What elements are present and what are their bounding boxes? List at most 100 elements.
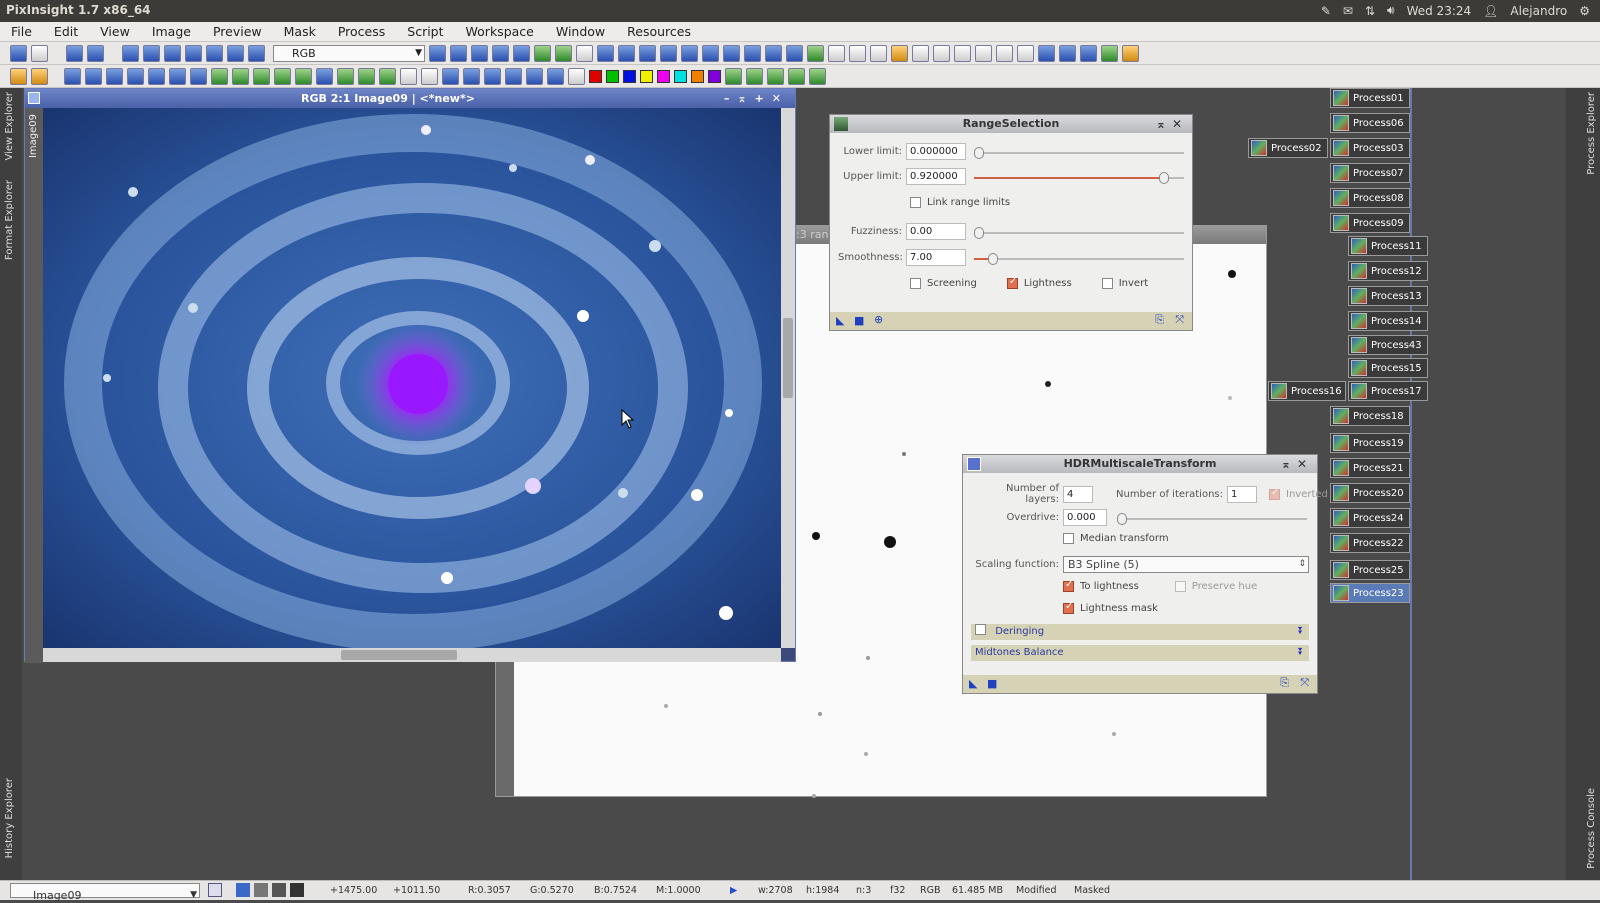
process-icon-11[interactable]: Process11	[1348, 236, 1428, 256]
channel-select[interactable]: RGB ▼	[273, 44, 425, 62]
process-icon-07[interactable]: Process07	[1330, 163, 1410, 183]
green-channel-icon[interactable]	[164, 44, 181, 62]
menu-resources[interactable]: Resources	[616, 22, 702, 41]
process-icon-15[interactable]: Process15	[1348, 358, 1428, 378]
deringing-checkbox[interactable]	[975, 624, 986, 635]
screenshot-icon[interactable]	[807, 44, 824, 62]
rotate-left-icon[interactable]	[442, 67, 459, 85]
new-image-icon[interactable]	[66, 44, 83, 62]
window-2-icon[interactable]	[786, 44, 803, 62]
median-transform-checkbox[interactable]	[1063, 533, 1074, 544]
blank-5-icon[interactable]	[933, 44, 950, 62]
blue-channel-icon[interactable]	[185, 44, 202, 62]
extract-icon[interactable]	[337, 67, 354, 85]
vertical-scrollbar[interactable]	[781, 108, 795, 648]
flip-vertical-icon[interactable]	[526, 67, 543, 85]
lightness-channel-icon[interactable]	[206, 44, 223, 62]
inverted-checkbox[interactable]	[1269, 487, 1280, 500]
color-picker-icon[interactable]	[547, 67, 564, 85]
range-mask-icon[interactable]	[232, 67, 249, 85]
blank-8-icon[interactable]	[996, 44, 1013, 62]
midtones-section[interactable]: Midtones Balance ⏬︎	[971, 645, 1309, 661]
gear-icon[interactable]: ⚙	[1579, 4, 1590, 18]
fuzziness-input[interactable]: 0.00	[906, 223, 966, 240]
view-explorer-tab[interactable]: View Explorer	[4, 92, 15, 161]
cyan-swatch-icon[interactable]	[674, 69, 687, 83]
overdrive-slider[interactable]	[1117, 513, 1307, 525]
browse-documentation-icon[interactable]: ⎘	[1280, 676, 1289, 690]
process-icon-13[interactable]: Process13	[1348, 286, 1428, 306]
no-color-icon[interactable]	[568, 67, 585, 85]
process-icon-18[interactable]: Process18	[1330, 406, 1410, 426]
smoothness-input[interactable]: 7.00	[906, 249, 966, 266]
mask-invert-icon[interactable]	[106, 67, 123, 85]
menu-script[interactable]: Script	[396, 22, 454, 41]
pointer-icon[interactable]	[576, 44, 593, 62]
lightness-checkbox[interactable]	[1006, 276, 1018, 289]
image-tab[interactable]: Image09	[28, 114, 39, 158]
gray-2-icon[interactable]	[421, 67, 438, 85]
menu-mask[interactable]: Mask	[273, 22, 327, 41]
new-instance-icon[interactable]: ◣	[969, 677, 977, 690]
lightness-mask-checkbox[interactable]	[1063, 601, 1074, 614]
magenta-swatch-icon[interactable]	[657, 69, 670, 83]
process-icon-43[interactable]: Process43	[1348, 335, 1428, 355]
horizontal-scroll-thumb[interactable]	[341, 650, 457, 660]
note-icon[interactable]	[891, 44, 908, 62]
blank-4-icon[interactable]	[912, 44, 929, 62]
combine-icon[interactable]	[358, 67, 375, 85]
process-icon-24[interactable]: Process24	[1330, 508, 1410, 528]
zoom-1-1-icon[interactable]	[639, 44, 656, 62]
align-icon[interactable]	[1059, 44, 1076, 62]
redo-icon[interactable]	[31, 44, 48, 62]
menu-edit[interactable]: Edit	[43, 22, 89, 41]
process-icon-06[interactable]: Process06	[1330, 113, 1410, 133]
blank-1-icon[interactable]	[828, 44, 845, 62]
menu-process[interactable]: Process	[327, 22, 396, 41]
play-icon[interactable]: ▶	[730, 885, 737, 896]
pan-mode-icon[interactable]	[471, 44, 488, 62]
iterations-spinbox[interactable]: 1	[1227, 485, 1257, 503]
layer-2-icon[interactable]	[746, 67, 763, 85]
rgb-channel-icon[interactable]	[122, 44, 139, 62]
overdrive-input[interactable]: 0.000	[1063, 509, 1107, 526]
curves-icon[interactable]	[253, 67, 270, 85]
horizontal-scrollbar[interactable]	[43, 648, 781, 662]
process-explorer-tab[interactable]: Process Explorer	[1586, 92, 1597, 175]
dialog-shade-close-icon[interactable]: ⌅✕	[1156, 115, 1188, 133]
save-icon[interactable]	[31, 67, 48, 85]
process-icon-21[interactable]: Process21	[1330, 458, 1410, 478]
deringing-section[interactable]: Deringing ⏬︎	[971, 624, 1309, 640]
display-mode-1-icon[interactable]	[236, 883, 250, 897]
tile-icon[interactable]	[723, 44, 740, 62]
process-icon-16[interactable]: Process16	[1268, 381, 1346, 401]
histogram-icon[interactable]	[274, 67, 291, 85]
mask-remove-icon[interactable]	[127, 67, 144, 85]
zoom-out-mode-icon[interactable]	[513, 44, 530, 62]
mask-enable-icon[interactable]	[64, 67, 81, 85]
process-icon-25[interactable]: Process25	[1330, 560, 1410, 580]
blue-swatch-icon[interactable]	[623, 69, 636, 83]
process-icon-22[interactable]: Process22	[1330, 533, 1410, 553]
process-icon-09[interactable]: Process09	[1330, 213, 1410, 233]
real-time-preview-icon[interactable]: ⊕	[874, 313, 883, 326]
undo-icon[interactable]	[10, 44, 27, 62]
history-explorer-tab[interactable]: History Explorer	[4, 778, 15, 858]
process-icon-20[interactable]: Process20	[1330, 483, 1410, 503]
wavelets-icon[interactable]	[295, 67, 312, 85]
green-swatch-icon[interactable]	[606, 69, 619, 83]
stf-reset-icon[interactable]	[190, 67, 207, 85]
arrange-icon[interactable]	[1038, 44, 1055, 62]
layer-5-icon[interactable]	[809, 67, 826, 85]
menu-image[interactable]: Image	[141, 22, 202, 41]
range-selection-titlebar[interactable]: RangeSelection ⌅✕	[830, 115, 1192, 133]
window-icon[interactable]	[765, 44, 782, 62]
user-name[interactable]: Alejandro	[1510, 4, 1567, 18]
new-preview-icon[interactable]	[534, 44, 551, 62]
yellow-swatch-icon[interactable]	[640, 69, 653, 83]
chroma-channel-icon[interactable]	[227, 44, 244, 62]
to-lightness-checkbox[interactable]	[1063, 579, 1074, 592]
window-menu-icon[interactable]	[28, 92, 40, 104]
format-explorer-tab[interactable]: Format Explorer	[4, 180, 15, 260]
process-console-tab[interactable]: Process Console	[1586, 788, 1597, 869]
